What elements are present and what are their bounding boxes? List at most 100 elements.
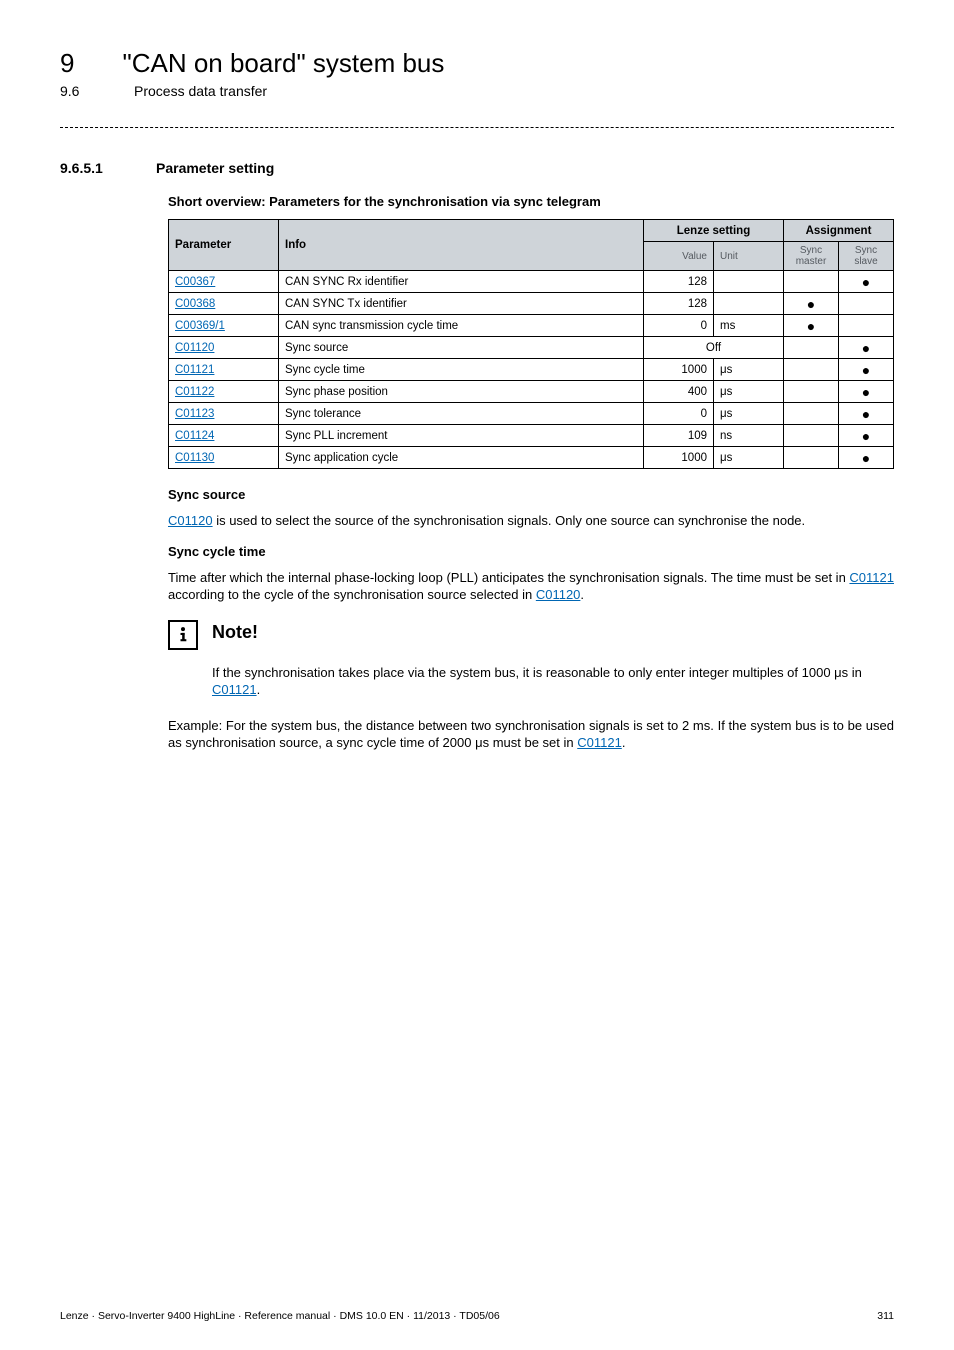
subsection-number: 9.6.5.1 bbox=[60, 160, 124, 176]
info-icon bbox=[168, 620, 198, 650]
link-c01120[interactable]: C01120 bbox=[168, 513, 213, 528]
link-c01121-example[interactable]: C01121 bbox=[577, 735, 622, 750]
param-link[interactable]: C01122 bbox=[175, 386, 214, 398]
master-cell: ● bbox=[784, 293, 839, 315]
master-cell bbox=[784, 359, 839, 381]
col-unit: Unit bbox=[714, 242, 784, 271]
value-cell: 109 bbox=[644, 425, 714, 447]
param-link[interactable]: C01123 bbox=[175, 408, 214, 420]
slave-cell: ● bbox=[839, 337, 894, 359]
table-row: C00367 CAN SYNC Rx identifier128 ● bbox=[169, 271, 894, 293]
slave-cell: ● bbox=[839, 359, 894, 381]
section-title: Process data transfer bbox=[134, 83, 267, 99]
table-row: C01130 Sync application cycle1000μs ● bbox=[169, 447, 894, 469]
example-text: Example: For the system bus, the distanc… bbox=[168, 717, 894, 752]
overview-heading: Short overview: Parameters for the synch… bbox=[168, 194, 894, 209]
master-cell bbox=[784, 403, 839, 425]
chapter-title: "CAN on board" system bus bbox=[122, 48, 444, 79]
col-sync-slave: Sync slave bbox=[839, 242, 894, 271]
info-cell: Sync tolerance bbox=[279, 403, 644, 425]
slave-cell bbox=[839, 293, 894, 315]
col-sync-master: Sync master bbox=[784, 242, 839, 271]
chapter-number: 9 bbox=[60, 48, 74, 79]
param-link[interactable]: C01130 bbox=[175, 452, 214, 464]
table-row: C01122 Sync phase position400μs ● bbox=[169, 381, 894, 403]
note-body-pre: If the synchronisation takes place via t… bbox=[212, 665, 862, 680]
link-c01121[interactable]: C01121 bbox=[849, 570, 894, 585]
info-cell: Sync source bbox=[279, 337, 644, 359]
note-title: Note! bbox=[212, 622, 258, 643]
sync-cycle-end: . bbox=[580, 587, 584, 602]
sync-cycle-pre: Time after which the internal phase-lock… bbox=[168, 570, 849, 585]
col-lenze-setting: Lenze setting bbox=[644, 220, 784, 242]
unit-cell: ns bbox=[714, 425, 784, 447]
info-cell: Sync phase position bbox=[279, 381, 644, 403]
slave-cell: ● bbox=[839, 425, 894, 447]
note-box: Note! bbox=[168, 620, 894, 650]
param-link[interactable]: C01120 bbox=[175, 342, 214, 354]
master-cell bbox=[784, 447, 839, 469]
slave-cell: ● bbox=[839, 447, 894, 469]
info-cell: CAN sync transmission cycle time bbox=[279, 315, 644, 337]
table-row: C00369/1 CAN sync transmission cycle time… bbox=[169, 315, 894, 337]
info-cell: Sync cycle time bbox=[279, 359, 644, 381]
slave-cell bbox=[839, 315, 894, 337]
col-info: Info bbox=[279, 220, 644, 271]
param-link[interactable]: C00367 bbox=[175, 276, 215, 288]
unit-cell: μs bbox=[714, 359, 784, 381]
example-post: . bbox=[622, 735, 626, 750]
sync-cycle-text: Time after which the internal phase-lock… bbox=[168, 569, 894, 604]
subsection-title: Parameter setting bbox=[156, 160, 274, 176]
sync-source-suffix: is used to select the source of the sync… bbox=[213, 513, 806, 528]
master-cell bbox=[784, 425, 839, 447]
value-cell: 400 bbox=[644, 381, 714, 403]
link-c01120-b[interactable]: C01120 bbox=[536, 587, 581, 602]
master-cell bbox=[784, 337, 839, 359]
footer-page-number: 311 bbox=[877, 1310, 894, 1322]
footer-left: Lenze · Servo-Inverter 9400 HighLine · R… bbox=[60, 1310, 500, 1322]
param-link[interactable]: C00368 bbox=[175, 298, 215, 310]
unit-cell bbox=[714, 271, 784, 293]
table-row: C01124 Sync PLL increment109ns ● bbox=[169, 425, 894, 447]
page-footer: Lenze · Servo-Inverter 9400 HighLine · R… bbox=[60, 1310, 894, 1322]
value-cell: 0 bbox=[644, 403, 714, 425]
master-cell bbox=[784, 271, 839, 293]
separator bbox=[60, 127, 894, 128]
note-body-post: . bbox=[257, 682, 261, 697]
sync-cycle-heading: Sync cycle time bbox=[168, 544, 894, 559]
value-cell: 1000 bbox=[644, 447, 714, 469]
info-cell: CAN SYNC Rx identifier bbox=[279, 271, 644, 293]
unit-cell: ms bbox=[714, 315, 784, 337]
slave-cell: ● bbox=[839, 381, 894, 403]
sync-source-text: C01120 is used to select the source of t… bbox=[168, 512, 894, 530]
value-cell: Off bbox=[644, 337, 784, 359]
param-link[interactable]: C01121 bbox=[175, 364, 214, 376]
unit-cell bbox=[714, 293, 784, 315]
unit-cell: μs bbox=[714, 381, 784, 403]
note-body: If the synchronisation takes place via t… bbox=[212, 664, 894, 699]
slave-cell: ● bbox=[839, 403, 894, 425]
col-value: Value bbox=[644, 242, 714, 271]
info-cell: CAN SYNC Tx identifier bbox=[279, 293, 644, 315]
value-cell: 128 bbox=[644, 271, 714, 293]
master-cell bbox=[784, 381, 839, 403]
param-link[interactable]: C00369/1 bbox=[175, 320, 225, 332]
info-cell: Sync application cycle bbox=[279, 447, 644, 469]
param-link[interactable]: C01124 bbox=[175, 430, 214, 442]
link-c01121-note[interactable]: C01121 bbox=[212, 682, 257, 697]
parameter-table: Parameter Info Lenze setting Assignment … bbox=[168, 219, 894, 469]
subsection-heading: 9.6.5.1 Parameter setting bbox=[60, 160, 894, 176]
table-row: C01123 Sync tolerance0μs ● bbox=[169, 403, 894, 425]
col-parameter: Parameter bbox=[169, 220, 279, 271]
table-row: C01121Sync cycle time1000μs● bbox=[169, 359, 894, 381]
value-cell: 0 bbox=[644, 315, 714, 337]
master-cell: ● bbox=[784, 315, 839, 337]
slave-cell: ● bbox=[839, 271, 894, 293]
table-row: C00368 CAN SYNC Tx identifier128 ● bbox=[169, 293, 894, 315]
info-cell: Sync PLL increment bbox=[279, 425, 644, 447]
unit-cell: μs bbox=[714, 403, 784, 425]
page-header: 9 "CAN on board" system bus 9.6 Process … bbox=[60, 48, 894, 99]
example-pre: Example: For the system bus, the distanc… bbox=[168, 718, 894, 751]
unit-cell: μs bbox=[714, 447, 784, 469]
value-cell: 128 bbox=[644, 293, 714, 315]
